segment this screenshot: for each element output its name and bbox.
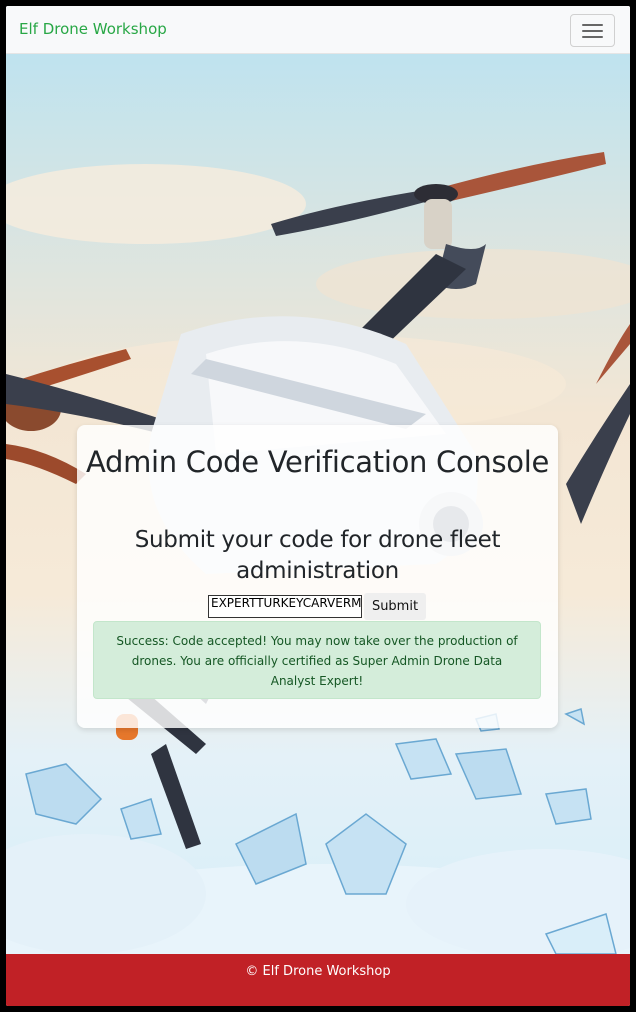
browser-viewport: Elf Drone Workshop Admin Code Verificati…	[6, 6, 630, 1006]
submit-button[interactable]: Submit	[364, 593, 426, 620]
success-alert: Success: Code accepted! You may now take…	[93, 621, 541, 699]
footer-copyright: © Elf Drone Workshop	[245, 964, 391, 979]
hamburger-menu-icon	[582, 24, 603, 26]
hero-background: Admin Code Verification Console Submit y…	[6, 54, 630, 954]
hamburger-line	[582, 30, 603, 32]
navbar: Elf Drone Workshop	[6, 6, 630, 54]
page-title: Admin Code Verification Console	[85, 445, 550, 479]
hamburger-line	[582, 36, 603, 38]
page-subtitle: Submit your code for drone fleet adminis…	[134, 527, 501, 584]
navbar-toggle-button[interactable]	[570, 14, 615, 47]
admin-code-input[interactable]: EXPERTTURKEYCARVERMEDAL	[208, 595, 362, 618]
verification-card: Admin Code Verification Console Submit y…	[77, 425, 558, 728]
brand-link[interactable]: Elf Drone Workshop	[19, 20, 167, 38]
footer: © Elf Drone Workshop	[6, 954, 630, 1006]
